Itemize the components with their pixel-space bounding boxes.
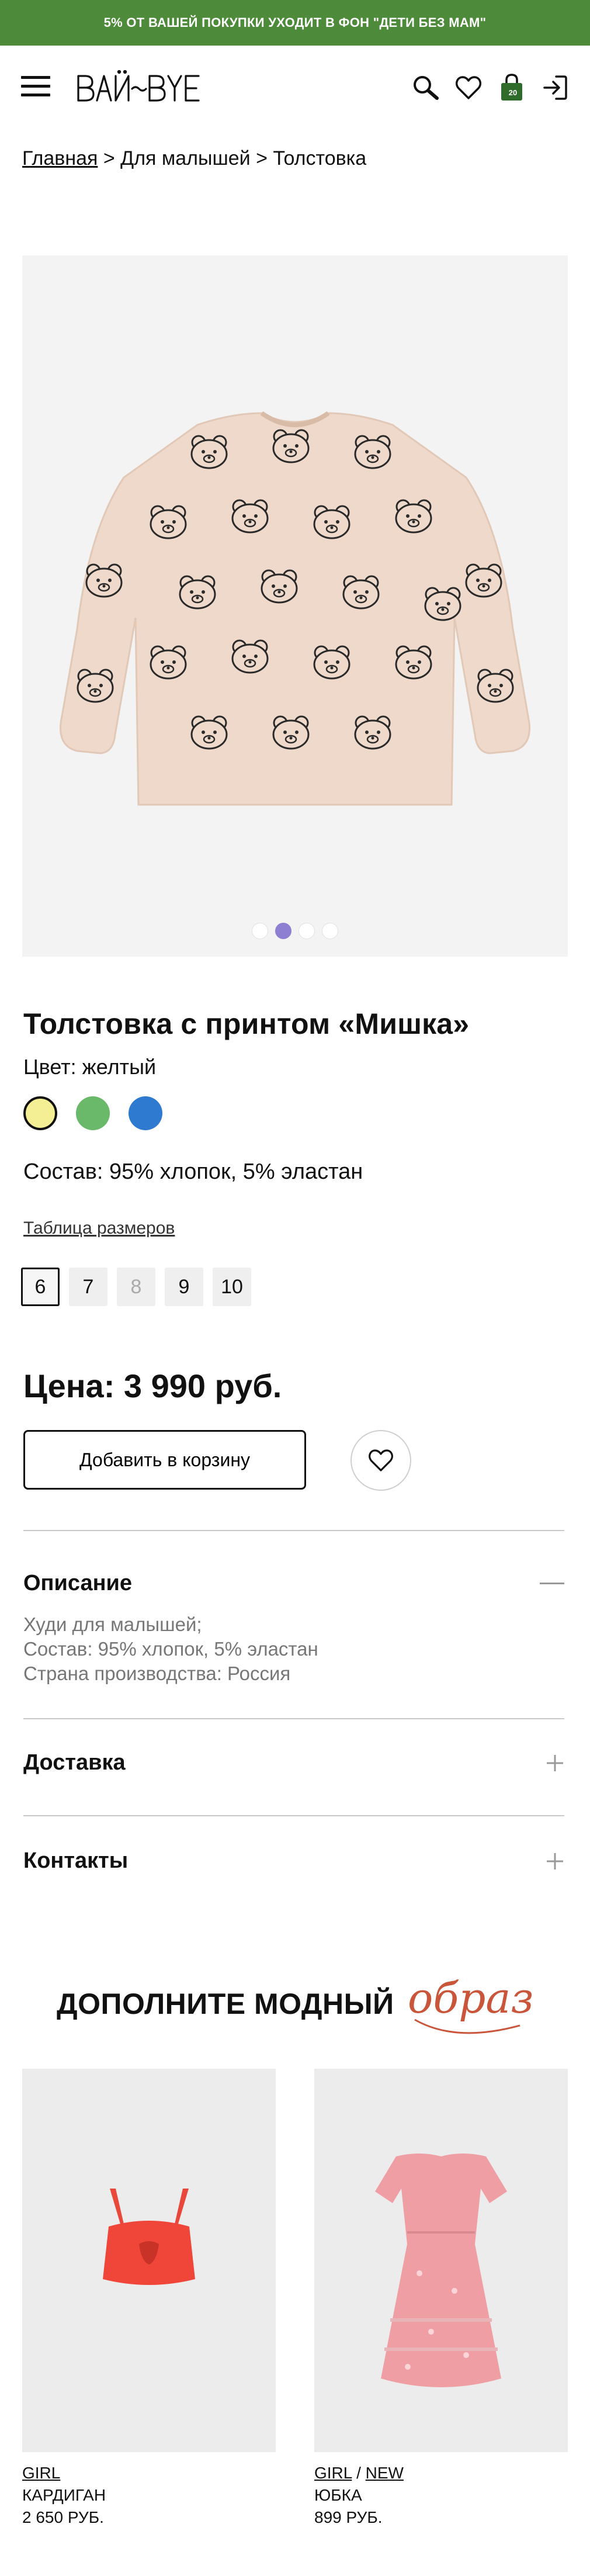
complement-script: образ bbox=[408, 1973, 534, 2034]
heart-icon[interactable] bbox=[453, 72, 484, 103]
size-option[interactable]: 7 bbox=[69, 1268, 107, 1306]
accordion-description-body: Худи для малышей; Состав: 95% хлопок, 5%… bbox=[23, 1612, 564, 1686]
product-card-name[interactable]: КАРДИГАН bbox=[22, 2486, 276, 2505]
description-line: Страна производства: Россия bbox=[23, 1663, 291, 1684]
accordion-title: Доставка bbox=[23, 1750, 126, 1775]
accordion-contacts-header[interactable]: Контакты bbox=[23, 1848, 564, 1874]
accordion-delivery-header[interactable]: Доставка bbox=[23, 1750, 564, 1775]
size-option[interactable]: 9 bbox=[165, 1268, 203, 1306]
color-swatches bbox=[23, 1096, 162, 1130]
breadcrumb-category[interactable]: Для малышей bbox=[120, 147, 250, 169]
divider bbox=[23, 1530, 564, 1531]
accordion-title: Описание bbox=[23, 1571, 133, 1595]
tag-link[interactable]: GIRL bbox=[314, 2464, 352, 2482]
tag-link[interactable]: GIRL bbox=[22, 2464, 60, 2482]
color-swatch[interactable] bbox=[76, 1096, 110, 1130]
site-header: 20 bbox=[0, 46, 590, 132]
divider bbox=[23, 1815, 564, 1816]
search-icon[interactable] bbox=[410, 72, 440, 103]
breadcrumb-separator: > bbox=[98, 147, 121, 169]
menu-icon[interactable] bbox=[21, 76, 50, 99]
product-card-tags: GIRL / NEW bbox=[314, 2464, 404, 2482]
breadcrumb-current: Толстовка bbox=[273, 147, 367, 169]
product-composition: Состав: 95% хлопок, 5% эластан bbox=[23, 1159, 363, 1184]
add-to-cart-button[interactable]: Добавить в корзину bbox=[23, 1430, 306, 1490]
cart-icon[interactable]: 20 bbox=[497, 72, 527, 103]
divider bbox=[23, 1718, 564, 1719]
heart-icon bbox=[369, 1449, 393, 1471]
product-card-price: 899 РУБ. bbox=[314, 2508, 383, 2526]
minus-icon bbox=[540, 1582, 564, 1584]
color-swatch[interactable] bbox=[129, 1096, 162, 1130]
description-line: Состав: 95% хлопок, 5% эластан bbox=[23, 1638, 318, 1660]
color-swatch[interactable] bbox=[23, 1096, 57, 1130]
product-card-price: 2 650 РУБ. bbox=[22, 2508, 104, 2526]
complement-title: ДОПОЛНИТЕ МОДНЫЙ bbox=[57, 1988, 394, 2020]
product-card-tags: GIRL bbox=[22, 2464, 276, 2482]
gallery-dot[interactable] bbox=[322, 923, 338, 939]
product-card-name[interactable]: ЮБКА bbox=[314, 2486, 568, 2505]
logo-mark bbox=[77, 70, 200, 102]
accordion-delivery: Доставка bbox=[23, 1750, 564, 1775]
product-card-image[interactable] bbox=[22, 2069, 276, 2452]
complement-section: ДОПОЛНИТЕ МОДНЫЙ образ bbox=[0, 1962, 590, 2050]
logo[interactable] bbox=[75, 65, 203, 111]
accordion-contacts: Контакты bbox=[23, 1848, 564, 1874]
size-option[interactable]: 8 bbox=[117, 1268, 155, 1306]
size-option[interactable]: 6 bbox=[21, 1268, 60, 1306]
gallery-dot[interactable] bbox=[275, 923, 291, 939]
size-table-link[interactable]: Таблица размеров bbox=[23, 1218, 175, 1238]
gallery-dot[interactable] bbox=[299, 923, 315, 939]
accordion-title: Контакты bbox=[23, 1848, 129, 1873]
product-image bbox=[60, 411, 530, 806]
plus-icon bbox=[547, 1853, 563, 1869]
svg-text:образ: образ bbox=[408, 1973, 534, 2023]
product-card[interactable]: GIRL / NEW ЮБКА 899 РУБ. bbox=[314, 2069, 568, 2527]
login-icon[interactable] bbox=[540, 72, 570, 103]
product-card[interactable]: GIRL КАРДИГАН 2 650 РУБ. bbox=[22, 2069, 276, 2527]
size-selector: 6 7 8 9 10 bbox=[21, 1268, 251, 1306]
tag-link[interactable]: NEW bbox=[366, 2464, 404, 2482]
promo-banner: 5% ОТ ВАШЕЙ ПОКУПКИ УХОДИТ В ФОН "ДЕТИ Б… bbox=[0, 0, 590, 46]
accordion-description: Описание Худи для малышей; Состав: 95% х… bbox=[23, 1571, 564, 1686]
gallery-pagination bbox=[22, 923, 568, 939]
product-gallery[interactable] bbox=[22, 255, 568, 957]
breadcrumb: Главная > Для малышей > Толстовка bbox=[22, 147, 366, 170]
product-title: Толстовка с принтом «Мишка» bbox=[23, 1007, 470, 1040]
size-option[interactable]: 10 bbox=[213, 1268, 251, 1306]
color-label: Цвет: желтый bbox=[23, 1055, 157, 1079]
accordion-description-header[interactable]: Описание bbox=[23, 1571, 564, 1596]
product-price: Цена: 3 990 руб. bbox=[23, 1367, 282, 1404]
plus-icon bbox=[547, 1754, 563, 1771]
gallery-dot[interactable] bbox=[252, 923, 268, 939]
product-card-image[interactable] bbox=[314, 2069, 568, 2452]
add-to-favorites-button[interactable] bbox=[350, 1430, 411, 1491]
cart-count-badge: 20 bbox=[508, 88, 518, 97]
breadcrumb-home[interactable]: Главная bbox=[22, 147, 98, 169]
breadcrumb-separator: > bbox=[250, 147, 273, 169]
description-line: Худи для малышей; bbox=[23, 1614, 202, 1635]
